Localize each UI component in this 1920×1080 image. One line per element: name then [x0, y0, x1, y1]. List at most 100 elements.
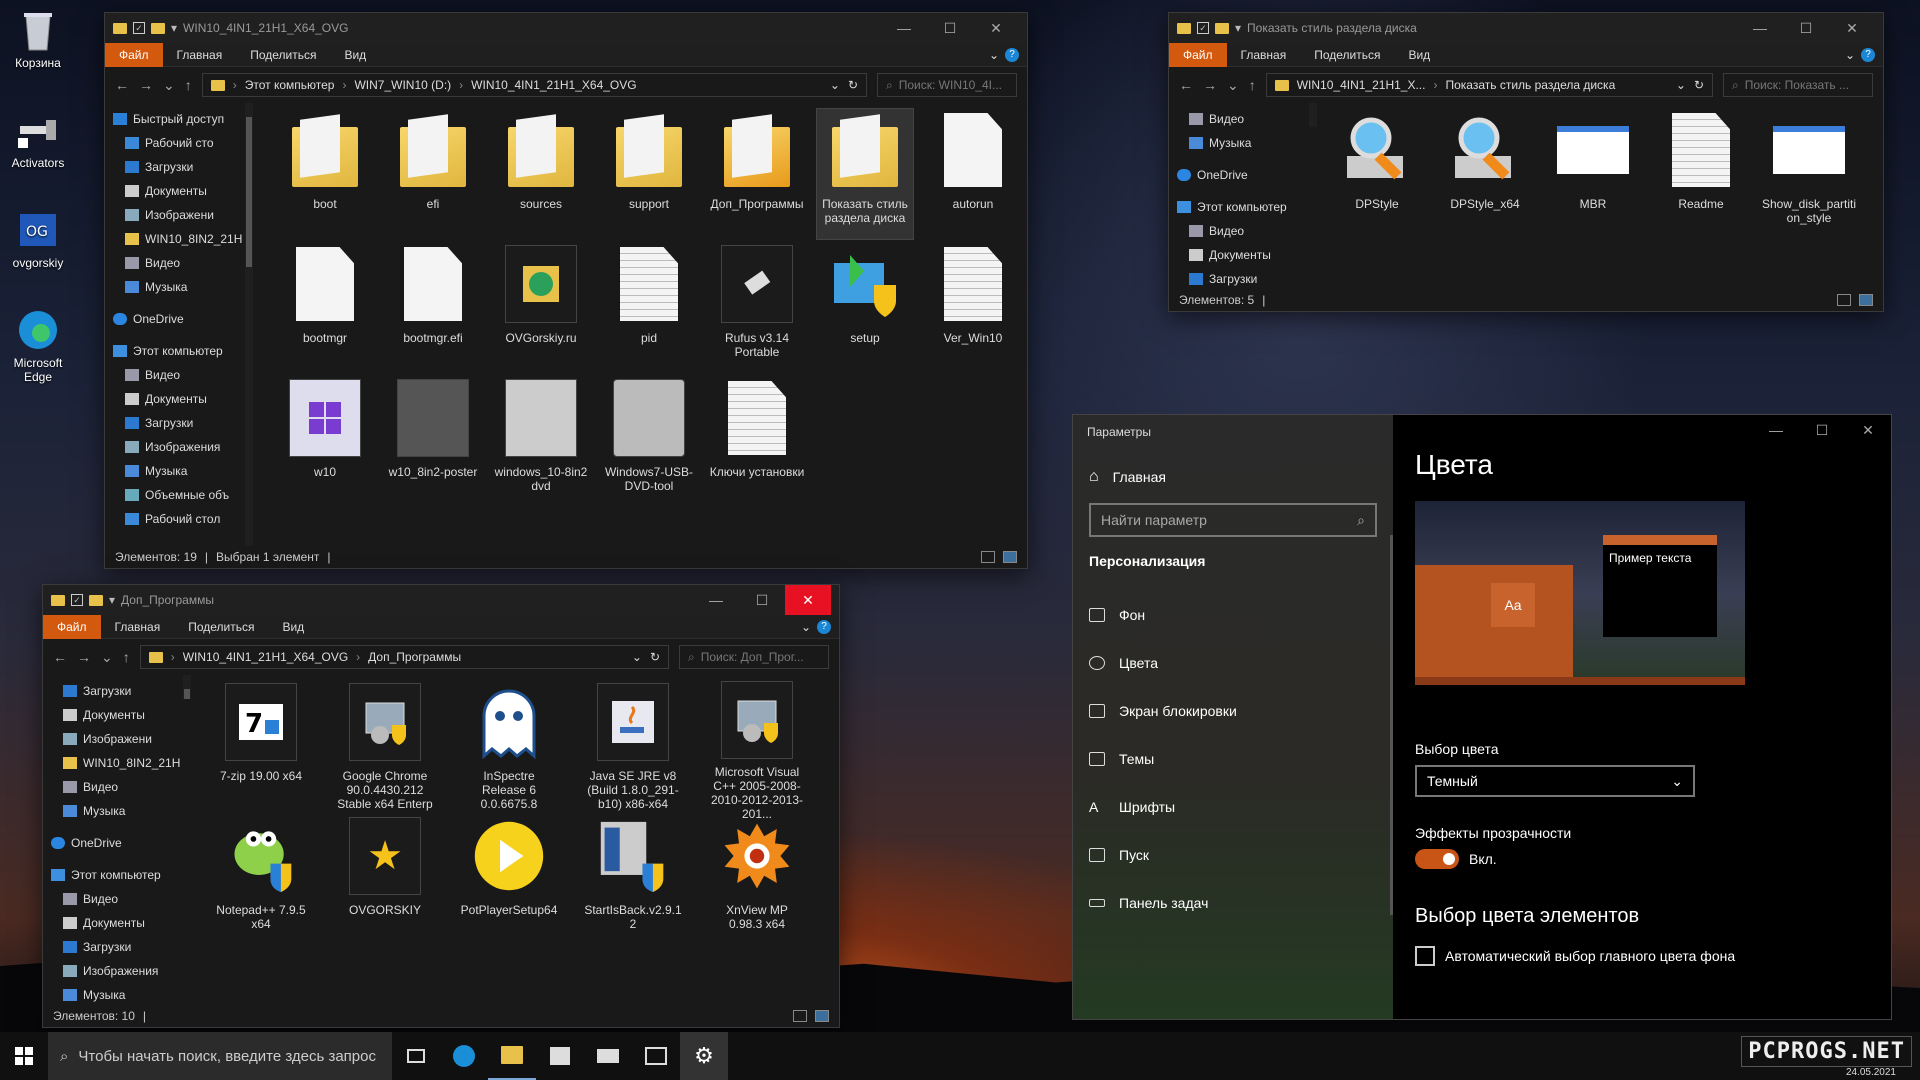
settings-search-input[interactable]: Найти параметр ⌕: [1089, 503, 1377, 537]
taskbar-search-box[interactable]: ⌕ Чтобы начать поиск, введите здесь запро…: [48, 1032, 392, 1080]
nav-item[interactable]: WIN10_8IN2_21H: [43, 751, 193, 775]
transparency-toggle[interactable]: [1415, 849, 1459, 869]
scrollbar[interactable]: [183, 675, 191, 699]
help-icon[interactable]: ?: [1005, 47, 1019, 62]
large-icons-view-icon[interactable]: [815, 1010, 829, 1022]
program-item[interactable]: StartIsBack.v2.9.1 2: [584, 815, 682, 945]
maximize-button[interactable]: ☐: [1799, 415, 1845, 445]
breadcrumb-item[interactable]: WIN10_4IN1_21H1_X...: [1297, 78, 1426, 92]
nav-item[interactable]: Загрузки: [105, 155, 255, 179]
nav-item[interactable]: Музыка: [43, 983, 193, 1007]
nav-item[interactable]: Видео: [105, 363, 255, 387]
forward-arrow-icon[interactable]: →: [77, 649, 91, 665]
program-item[interactable]: Java SE JRE v8 (Build 1.8.0_291-b10) x86…: [585, 681, 681, 811]
program-item[interactable]: 7 7-zip 19.00 x64: [213, 681, 309, 811]
folder-item[interactable]: sources: [493, 109, 589, 239]
back-arrow-icon[interactable]: ←: [53, 649, 67, 665]
file-item[interactable]: Ver_Win10: [925, 243, 1021, 373]
chevron-down-icon[interactable]: ⌄: [1676, 78, 1686, 92]
program-item[interactable]: InSpectre Release 6 0.0.6675.8: [461, 681, 557, 811]
nav-item[interactable]: Музыка: [105, 275, 255, 299]
maximize-button[interactable]: ☐: [739, 585, 785, 615]
file-item[interactable]: Windows7-USB-DVD-tool: [601, 377, 697, 507]
address-bar[interactable]: › WIN10_4IN1_21H1_X64_OVG › Доп_Программы ⌄ ↻: [139, 645, 669, 669]
breadcrumb-item[interactable]: WIN10_4IN1_21H1_X64_OVG: [183, 650, 348, 664]
clock-date[interactable]: 24.05.2021: [1846, 1067, 1896, 1078]
file-item[interactable]: w10: [277, 377, 373, 507]
program-item[interactable]: Microsoft Visual C++ 2005-2008-2010-2012…: [709, 681, 805, 821]
tab-file[interactable]: Файл: [43, 614, 101, 639]
file-explorer-icon[interactable]: [488, 1032, 536, 1080]
file-item[interactable]: Ключи установки: [709, 377, 805, 507]
folder-item[interactable]: support: [601, 109, 697, 239]
nav-item[interactable]: Документы: [105, 179, 255, 203]
file-item[interactable]: DPStyle: [1329, 109, 1425, 239]
recycle-bin-icon[interactable]: Корзина: [2, 8, 74, 70]
file-item[interactable]: bootmgr.efi: [385, 243, 481, 373]
photos-icon[interactable]: [632, 1032, 680, 1080]
file-item[interactable]: windows_10-8in2 dvd: [493, 377, 589, 507]
nav-item[interactable]: Музыка: [43, 799, 193, 823]
nav-item[interactable]: Загрузки: [1169, 267, 1319, 291]
nav-item[interactable]: Загрузки: [105, 411, 255, 435]
store-icon[interactable]: [536, 1032, 584, 1080]
recent-chevron-icon[interactable]: ⌄: [163, 77, 175, 94]
nav-item[interactable]: WIN10_8IN2_21H: [105, 227, 255, 251]
nav-item[interactable]: OneDrive: [43, 831, 193, 855]
tab-file[interactable]: Файл: [105, 42, 163, 67]
program-item[interactable]: ★ OVGORSKIY: [337, 815, 433, 945]
close-button[interactable]: ✕: [1829, 13, 1875, 43]
forward-arrow-icon[interactable]: →: [1203, 77, 1217, 93]
expand-ribbon-icon[interactable]: ⌄: [983, 43, 1005, 67]
qat-dropdown-icon[interactable]: ▾: [1235, 21, 1241, 35]
minimize-button[interactable]: —: [693, 585, 739, 615]
nav-item[interactable]: Видео: [43, 775, 193, 799]
qat-dropdown-icon[interactable]: ▾: [109, 593, 115, 607]
breadcrumb-item[interactable]: Показать стиль раздела диска: [1445, 78, 1615, 92]
nav-item[interactable]: Этот компьютер: [1169, 195, 1319, 219]
nav-item[interactable]: Видео: [43, 887, 193, 911]
program-item[interactable]: XnView MP 0.98.3 x64: [709, 815, 805, 945]
file-item[interactable]: OVGorskiy.ru: [493, 243, 589, 373]
file-item[interactable]: Rufus v3.14 Portable: [709, 243, 805, 373]
file-item[interactable]: DPStyle_x64: [1437, 109, 1533, 239]
recent-chevron-icon[interactable]: ⌄: [101, 649, 113, 666]
nav-item[interactable]: Изображения: [105, 435, 255, 459]
tab-share[interactable]: Поделиться: [236, 43, 330, 67]
search-input[interactable]: ⌕ Поиск: WIN10_4I...: [877, 73, 1017, 97]
nav-item[interactable]: Рабочий сто: [105, 131, 255, 155]
scrollbar[interactable]: [1309, 103, 1317, 127]
nav-home[interactable]: ⌂ Главная: [1073, 455, 1393, 499]
minimize-button[interactable]: —: [1737, 13, 1783, 43]
nav-fonts[interactable]: A Шрифты: [1073, 783, 1393, 831]
breadcrumb-item[interactable]: Доп_Программы: [368, 650, 461, 664]
file-item[interactable]: MBR: [1545, 109, 1641, 239]
help-icon[interactable]: ?: [1861, 47, 1875, 62]
nav-item[interactable]: Этот компьютер: [105, 339, 255, 363]
folder-item[interactable]: Доп_Программы: [709, 109, 805, 239]
chevron-down-icon[interactable]: ⌄: [632, 650, 642, 664]
mail-icon[interactable]: [584, 1032, 632, 1080]
new-folder-icon[interactable]: [89, 594, 103, 606]
folder-item[interactable]: efi: [385, 109, 481, 239]
nav-item[interactable]: Документы: [105, 387, 255, 411]
program-item[interactable]: Notepad++ 7.9.5 x64: [213, 815, 309, 945]
file-item[interactable]: w10_8in2-poster: [385, 377, 481, 507]
auto-accent-checkbox[interactable]: [1415, 946, 1435, 966]
tab-share[interactable]: Поделиться: [1300, 43, 1394, 67]
nav-item[interactable]: Документы: [43, 703, 193, 727]
tab-view[interactable]: Вид: [330, 43, 380, 67]
tab-home[interactable]: Главная: [101, 615, 175, 639]
tab-file[interactable]: Файл: [1169, 42, 1227, 67]
nav-item[interactable]: Рабочий стол: [105, 507, 255, 531]
chevron-down-icon[interactable]: ⌄: [830, 78, 840, 92]
properties-icon[interactable]: ✓: [133, 22, 145, 34]
recent-chevron-icon[interactable]: ⌄: [1227, 77, 1239, 94]
close-button[interactable]: ✕: [785, 585, 831, 615]
details-view-icon[interactable]: [981, 551, 995, 563]
breadcrumb-item[interactable]: Этот компьютер: [245, 78, 335, 92]
file-item[interactable]: pid: [601, 243, 697, 373]
new-folder-icon[interactable]: [151, 22, 165, 34]
large-icons-view-icon[interactable]: [1859, 294, 1873, 306]
nav-item[interactable]: Видео: [105, 251, 255, 275]
